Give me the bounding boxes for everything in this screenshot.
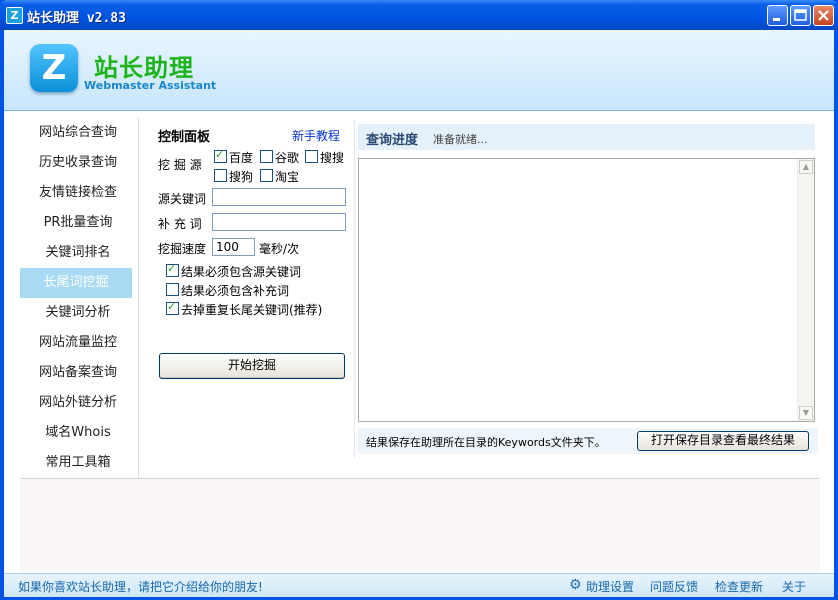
status-bar: 如果你喜欢站长助理，请把它介绍给你的朋友! ⚙ 助理设置 问题反馈 检查更新 关… (4, 573, 834, 597)
option-include-supplement-checkbox[interactable] (166, 283, 179, 296)
source-label: 挖 掘 源 (158, 158, 202, 172)
open-folder-button[interactable]: 打开保存目录查看最终结果 (637, 431, 809, 451)
about-link[interactable]: 关于 (782, 578, 806, 595)
title-bar[interactable]: Z 站长助理 v2.83 (0, 0, 838, 30)
sidebar-item-longtail-mining[interactable]: 长尾词挖掘 (20, 268, 132, 298)
lower-area (20, 479, 820, 571)
sidebar-item-pr-batch[interactable]: PR批量查询 (18, 208, 138, 238)
progress-title: 查询进度 (366, 133, 419, 148)
sidebar-item-site-overview[interactable]: 网站综合查询 (18, 118, 138, 148)
sidebar-item-keyword-rank[interactable]: 关键词排名 (18, 238, 138, 268)
panel-divider (354, 120, 355, 458)
speed-input[interactable]: 100 (212, 238, 255, 256)
sidebar-item-history-index[interactable]: 历史收录查询 (18, 148, 138, 178)
save-location-note: 结果保存在助理所在目录的Keywords文件夹下。 (366, 436, 606, 449)
sidebar-item-toolbox[interactable]: 常用工具箱 (18, 448, 138, 478)
progress-header: 查询进度 准备就绪... (358, 124, 815, 150)
result-textarea[interactable]: ▲ ▼ (358, 158, 815, 422)
source-keyword-label: 源关键词 (158, 192, 207, 206)
scroll-up-icon[interactable]: ▲ (799, 160, 813, 174)
speed-label: 挖掘速度 (158, 242, 207, 256)
tutorial-link[interactable]: 新手教程 (292, 127, 340, 144)
source-sogou-checkbox[interactable] (214, 169, 227, 182)
maximize-icon (794, 9, 807, 21)
close-icon (818, 10, 829, 21)
sidebar-item-backlink-analysis[interactable]: 网站外链分析 (18, 388, 138, 418)
logo-title: 站长助理 (94, 54, 194, 82)
close-button[interactable] (813, 5, 834, 26)
app-header: Z 站长助理 Webmaster Assistant (4, 30, 834, 111)
progress-panel: 查询进度 准备就绪... ▲ ▼ (358, 124, 815, 454)
share-text[interactable]: 如果你喜欢站长助理，请把它介绍给你的朋友! (18, 578, 263, 595)
start-mining-button[interactable]: 开始挖掘 (159, 353, 345, 379)
vertical-scrollbar[interactable]: ▲ ▼ (797, 159, 814, 421)
sidebar-item-traffic-monitor[interactable]: 网站流量监控 (18, 328, 138, 358)
settings-link[interactable]: 助理设置 (586, 578, 634, 595)
sidebar-nav: 网站综合查询 历史收录查询 友情链接检查 PR批量查询 关键词排名 长尾词挖掘 … (18, 118, 138, 478)
source-google-checkbox[interactable] (260, 150, 273, 163)
option-include-source-label: 结果必须包含源关键词 (181, 265, 302, 279)
option-include-source-checkbox[interactable] (166, 262, 179, 277)
sidebar-item-keyword-analysis[interactable]: 关键词分析 (18, 298, 138, 328)
speed-unit: 毫秒/次 (259, 242, 300, 256)
window-title: 站长助理 v2.83 (27, 11, 126, 26)
sidebar-item-whois[interactable]: 域名Whois (18, 418, 138, 448)
gear-icon[interactable]: ⚙ (569, 578, 583, 592)
scroll-down-icon[interactable]: ▼ (799, 406, 813, 420)
logo-icon: Z (30, 44, 78, 92)
source-baidu-label: 百度 (229, 151, 254, 165)
feedback-link[interactable]: 问题反馈 (650, 578, 698, 595)
minimize-button[interactable] (767, 5, 788, 26)
source-google-label: 谷歌 (275, 151, 300, 165)
panel-title: 控制面板 (158, 130, 211, 145)
option-dedupe-checkbox[interactable] (166, 300, 179, 315)
option-dedupe-label: 去掉重复长尾关键词(推荐) (181, 303, 323, 317)
supplement-label: 补 充 词 (158, 217, 202, 231)
source-keyword-input[interactable] (212, 188, 346, 206)
option-include-supplement-label: 结果必须包含补充词 (181, 284, 290, 298)
app-icon: Z (6, 7, 23, 24)
source-taobao-checkbox[interactable] (260, 169, 273, 182)
maximize-button[interactable] (790, 5, 811, 26)
source-baidu-checkbox[interactable] (214, 148, 227, 163)
source-taobao-label: 淘宝 (275, 170, 300, 184)
source-sogou-label: 搜狗 (229, 170, 254, 184)
supplement-input[interactable] (212, 213, 346, 231)
sidebar-item-friend-links[interactable]: 友情链接检查 (18, 178, 138, 208)
results-footer: 结果保存在助理所在目录的Keywords文件夹下。 打开保存目录查看最终结果 (358, 428, 818, 454)
source-soso-label: 搜搜 (320, 151, 345, 165)
client-area: Z 站长助理 Webmaster Assistant 网站综合查询 历史收录查询… (4, 30, 834, 597)
source-soso-checkbox[interactable] (305, 150, 318, 163)
app-window: Z 站长助理 v2.83 Z 站长助理 Webmaster Assistant … (0, 0, 838, 600)
progress-status: 准备就绪... (433, 133, 488, 146)
check-update-link[interactable]: 检查更新 (715, 578, 763, 595)
logo-subtitle: Webmaster Assistant (84, 79, 217, 92)
sidebar-item-icp-lookup[interactable]: 网站备案查询 (18, 358, 138, 388)
sidebar-divider (138, 118, 139, 478)
minimize-icon (773, 18, 780, 21)
